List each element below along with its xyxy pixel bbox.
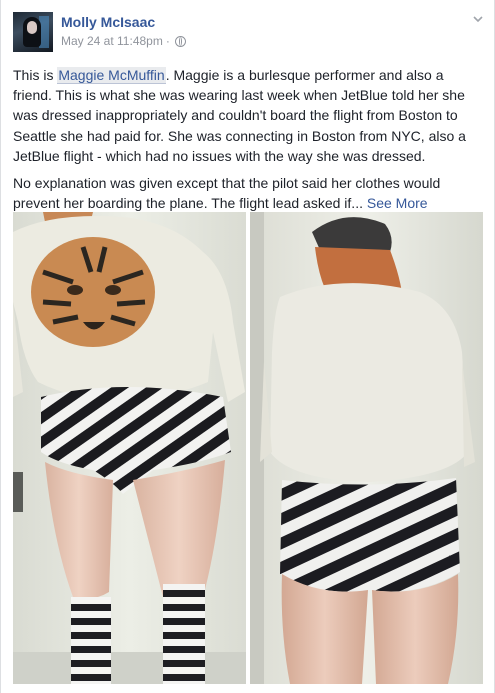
paragraph-1: This is Maggie McMuffin. Maggie is a bur… bbox=[13, 67, 466, 164]
separator: · bbox=[165, 34, 170, 48]
see-more-link[interactable]: See More bbox=[367, 195, 428, 211]
photo-front-view[interactable] bbox=[13, 212, 246, 684]
post-meta: May 24 at 11:48pm · bbox=[61, 34, 186, 48]
photo-grid bbox=[13, 212, 483, 684]
photo-back-view[interactable] bbox=[250, 212, 483, 684]
post-text: This is Maggie McMuffin. Maggie is a bur… bbox=[13, 65, 483, 220]
mention-link[interactable]: Maggie McMuffin bbox=[57, 67, 166, 84]
facebook-post: Molly McIsaac May 24 at 11:48pm · This i… bbox=[0, 0, 495, 693]
globe-icon[interactable] bbox=[174, 35, 186, 47]
chevron-down-icon[interactable] bbox=[473, 14, 483, 24]
post-header: Molly McIsaac May 24 at 11:48pm · bbox=[13, 12, 483, 52]
paragraph-2: No explanation was given except that the… bbox=[13, 175, 441, 212]
author-name[interactable]: Molly McIsaac bbox=[61, 14, 155, 30]
avatar[interactable] bbox=[13, 12, 53, 52]
timestamp[interactable]: May 24 at 11:48pm bbox=[61, 34, 163, 48]
